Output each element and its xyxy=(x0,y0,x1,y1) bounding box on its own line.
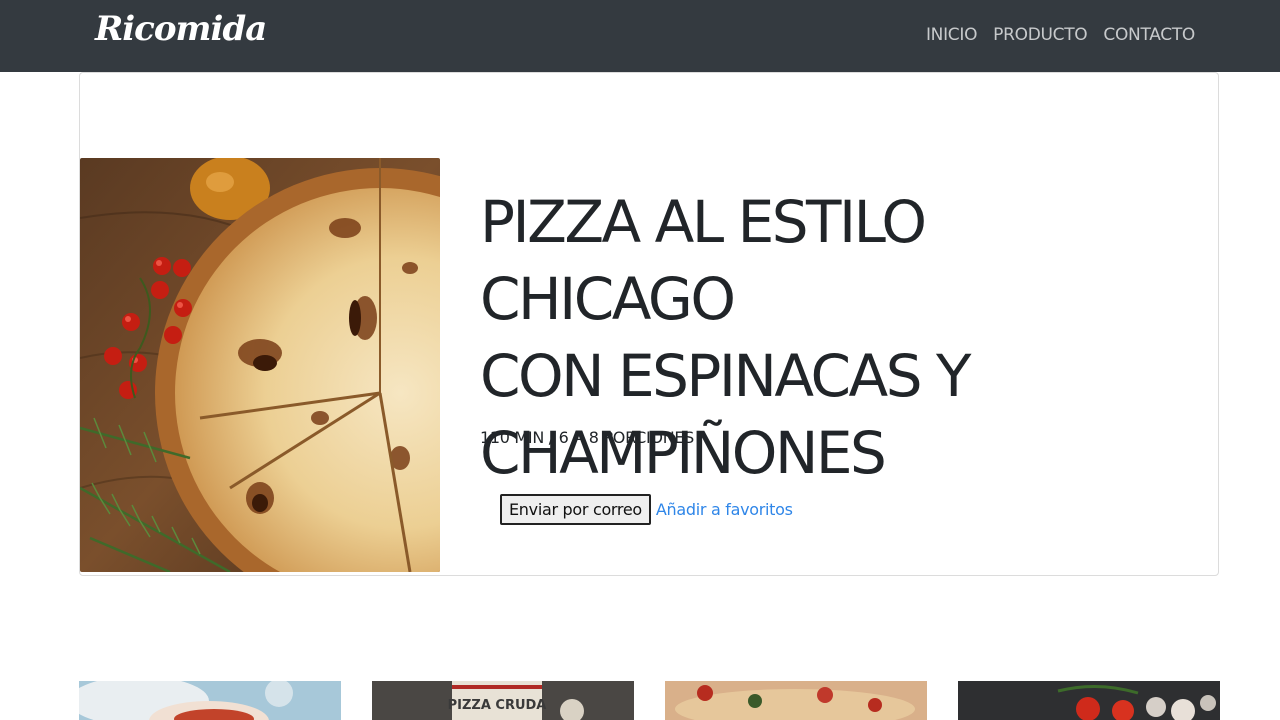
recipe-thumbnail-1[interactable] xyxy=(79,681,341,720)
pizza-cruda-label: PIZZA CRUDA xyxy=(448,698,547,713)
send-email-button[interactable]: Enviar por correo xyxy=(500,494,651,525)
recipe-thumbnail-4[interactable] xyxy=(958,681,1220,720)
recipe-thumbnail-2[interactable]: PIZZA CRUDA xyxy=(372,681,634,720)
brand-logo[interactable]: Ricomida xyxy=(95,9,267,49)
nav-link-producto[interactable]: PRODUCTO xyxy=(993,25,1088,45)
nav-link-inicio[interactable]: INICIO xyxy=(926,25,978,45)
pizza-photo xyxy=(80,158,440,572)
recipe-time-servings: 110 MIN / 6 A 8 PORCIONES xyxy=(480,428,695,447)
recipe-title-line-2: CON ESPINACAS Y xyxy=(480,342,971,410)
recipe-actions: Enviar por correo Añadir a favoritos xyxy=(500,494,793,525)
nav-links: INICIO PRODUCTO CONTACTO xyxy=(926,25,1195,45)
recipe-thumbnail-3[interactable] xyxy=(665,681,927,720)
add-favorite-link[interactable]: Añadir a favoritos xyxy=(656,500,793,519)
recipe-title-line-1: PIZZA AL ESTILO CHICAGO xyxy=(480,188,927,333)
top-navbar: Ricomida INICIO PRODUCTO CONTACTO xyxy=(0,0,1280,72)
nav-link-contacto[interactable]: CONTACTO xyxy=(1103,25,1195,45)
